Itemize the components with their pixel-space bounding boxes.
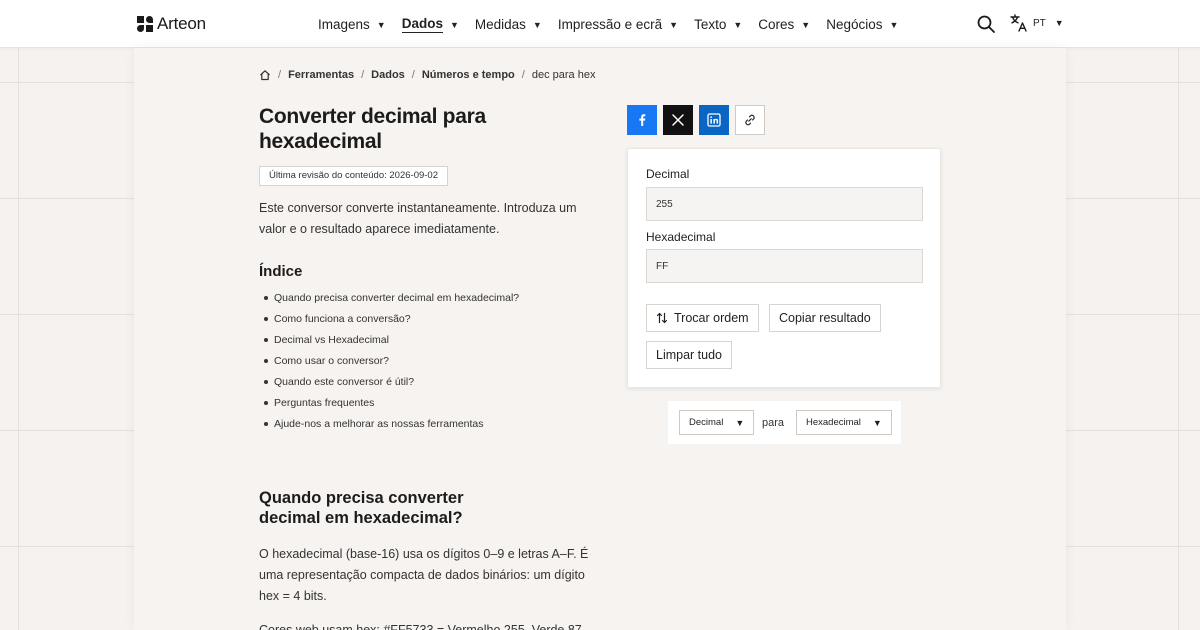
copy-result-label: Copiar resultado: [779, 311, 871, 325]
link-icon: [745, 114, 755, 126]
section-paragraph-cutoff: Cores web usam hex: #FF5733 = Vermelho 2…: [259, 623, 582, 630]
nav-item-dados[interactable]: Dados ▼: [401, 16, 459, 33]
caret-down-icon: ▼: [889, 19, 899, 30]
clear-all-button[interactable]: Limpar tudo: [646, 341, 733, 369]
hexadecimal-label: Hexadecimal: [646, 230, 716, 244]
search-icon: [977, 15, 995, 33]
translate-icon: [1010, 14, 1027, 32]
toc-item[interactable]: Como funciona a conversão?: [263, 311, 519, 332]
share-linkedin-button[interactable]: [699, 105, 729, 135]
from-unit-value: Decimal: [689, 417, 724, 428]
caret-down-icon: ▼: [532, 19, 542, 30]
share-facebook-button[interactable]: [627, 105, 657, 135]
toc-item[interactable]: Quando precisa converter decimal em hexa…: [263, 290, 519, 311]
swap-order-label: Trocar ordem: [674, 311, 749, 325]
nav-label: Cores: [758, 17, 795, 32]
share-x-button[interactable]: [663, 105, 693, 135]
arteon-logo-icon: [137, 16, 153, 32]
search-button[interactable]: [976, 14, 996, 34]
brand-name: Arteon: [157, 14, 206, 33]
nav-item-texto[interactable]: Texto ▼: [694, 16, 742, 33]
breadcrumb: / Ferramentas / Dados / Números e tempo …: [259, 69, 595, 81]
facebook-icon: [639, 114, 646, 126]
breadcrumb-separator: /: [361, 69, 365, 81]
main-nav: Imagens ▼ Dados ▼ Medidas ▼ Impressão e ecr…: [318, 16, 914, 33]
swap-arrows-icon: [656, 312, 668, 324]
caret-down-icon: ▼: [376, 19, 386, 30]
breadcrumb-ferramentas[interactable]: Ferramentas: [288, 69, 354, 81]
caret-down-icon: ▼: [801, 19, 811, 30]
breadcrumb-dados[interactable]: Dados: [371, 69, 405, 81]
caret-down-icon: ▼: [669, 19, 679, 30]
nav-item-imagens[interactable]: Imagens ▼: [318, 16, 386, 33]
toc-item[interactable]: Quando este conversor é útil?: [263, 374, 519, 395]
logo[interactable]: Arteon: [137, 14, 206, 34]
home-icon[interactable]: [259, 69, 271, 81]
nav-label: Negócios: [826, 17, 883, 32]
section-paragraph: O hexadecimal (base-16) usa os dígitos 0…: [259, 547, 589, 603]
toc-item[interactable]: Decimal vs Hexadecimal: [263, 332, 519, 353]
caret-down-icon: ▼: [449, 19, 459, 30]
toc-title: Índice: [259, 263, 303, 280]
nav-label: Medidas: [474, 17, 526, 32]
toc-item[interactable]: Ajude-nos a melhorar as nossas ferrament…: [263, 416, 519, 437]
revision-badge: Última revisão do conteúdo: 2026-09-02: [259, 166, 448, 186]
nav-item-negocios[interactable]: Negócios ▼: [826, 16, 898, 33]
caret-down-icon: ▼: [872, 417, 882, 428]
caret-down-icon: ▼: [733, 19, 743, 30]
unit-connector: para: [762, 417, 785, 429]
nav-item-medidas[interactable]: Medidas ▼: [475, 16, 542, 33]
breadcrumb-separator: /: [278, 69, 282, 81]
breadcrumb-current: dec para hex: [531, 69, 596, 81]
copy-link-button[interactable]: [735, 105, 765, 135]
decimal-input[interactable]: [646, 187, 923, 221]
nav-label: Imagens: [318, 17, 370, 32]
toc-item[interactable]: Como usar o conversor?: [263, 353, 519, 374]
page-title: Converter decimal para hexadecimal: [259, 105, 486, 153]
to-unit-value: Hexadecimal: [806, 417, 861, 428]
section-heading: Quando precisa converter decimal em hexa…: [259, 489, 464, 527]
breadcrumb-separator: /: [521, 69, 525, 81]
swap-order-button[interactable]: Trocar ordem: [646, 304, 759, 332]
nav-label: Texto: [694, 17, 727, 32]
caret-down-icon: ▼: [735, 417, 745, 428]
to-unit-select[interactable]: Hexadecimal ▼: [796, 410, 892, 435]
nav-item-impressao[interactable]: Impressão e ecrã ▼: [558, 16, 678, 33]
decimal-label: Decimal: [646, 167, 690, 181]
nav-label: Impressão e ecrã: [557, 17, 663, 32]
intro-text: Este conversor converte instantaneamente…: [259, 201, 577, 236]
hexadecimal-output[interactable]: [646, 249, 923, 283]
language-selector[interactable]: PT ▼: [1010, 14, 1064, 32]
linkedin-icon: [707, 113, 721, 127]
caret-down-icon: ▼: [1054, 18, 1064, 28]
toc-item[interactable]: Perguntas frequentes: [263, 395, 519, 416]
from-unit-select[interactable]: Decimal ▼: [679, 410, 755, 435]
breadcrumb-numeros-e-tempo[interactable]: Números e tempo: [422, 69, 515, 81]
top-header: Arteon Imagens ▼ Dados ▼ Medidas ▼ Impressã…: [0, 0, 1200, 48]
language-code: PT: [1033, 17, 1046, 29]
copy-result-button[interactable]: Copiar resultado: [769, 304, 881, 332]
clear-all-label: Limpar tudo: [656, 348, 723, 362]
breadcrumb-separator: /: [411, 69, 415, 81]
table-of-contents: Quando precisa converter decimal em hexa…: [263, 290, 519, 437]
x-icon: [672, 114, 684, 126]
nav-label: Dados: [401, 16, 443, 33]
nav-item-cores[interactable]: Cores ▼: [758, 16, 810, 33]
